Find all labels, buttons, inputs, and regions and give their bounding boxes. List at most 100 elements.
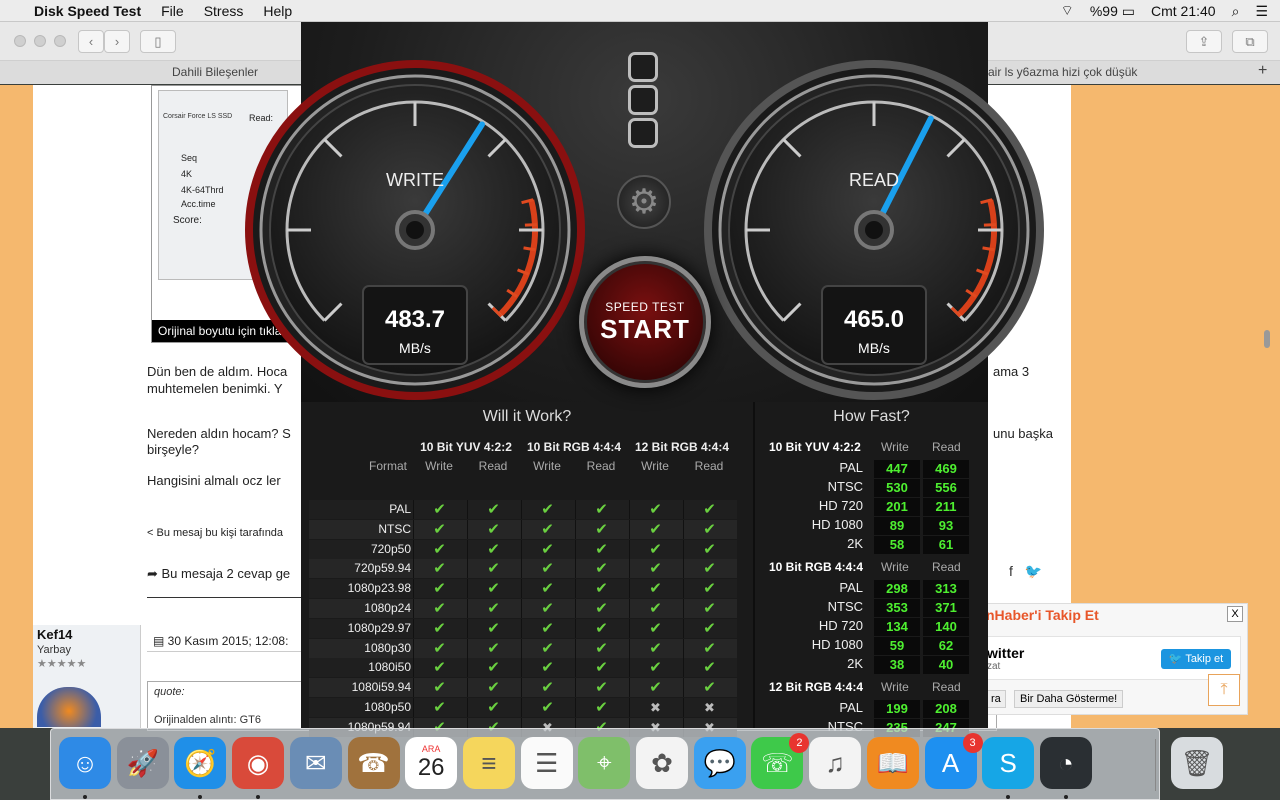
thumb-row: Seq <box>181 153 198 163</box>
speed-read-value: 61 <box>923 536 969 554</box>
speed-row-label: HD 720 <box>818 618 863 633</box>
speed-write-header: Write <box>881 560 909 574</box>
messages-icon[interactable]: 💬 <box>693 737 746 789</box>
cross-icon: ✖ <box>629 698 681 717</box>
speed-write-value: 298 <box>874 580 920 598</box>
notification-center-icon[interactable]: ☰ <box>1255 3 1268 20</box>
notes-icon[interactable]: ≡ <box>462 737 515 789</box>
check-icon: ✔ <box>521 519 573 539</box>
itunes-icon[interactable]: ♫ <box>809 737 862 789</box>
check-icon: ✔ <box>575 500 627 519</box>
battery-status[interactable]: %99 ▭ <box>1090 3 1135 20</box>
tabs-overview-button[interactable]: ⧉ <box>1232 30 1268 53</box>
menu-help[interactable]: Help <box>263 3 292 19</box>
dont-show-again-button[interactable]: Bir Daha Gösterme! <box>1014 690 1124 708</box>
user-name[interactable]: Kef14 <box>37 627 72 642</box>
format-row: 720p59.94 ✔ ✔ ✔ ✔ ✔ ✔ <box>309 559 737 579</box>
popup-close-button[interactable]: X <box>1227 606 1243 622</box>
check-icon: ✔ <box>521 678 573 698</box>
format-name: 1080i59.94 <box>351 680 411 695</box>
menu-app-name[interactable]: Disk Speed Test <box>34 3 141 19</box>
finder-icon[interactable]: ☺ <box>59 737 111 799</box>
facetime-icon[interactable]: ☏ 2 <box>751 733 810 789</box>
scroll-top-button[interactable]: ⤒ <box>1208 674 1240 706</box>
reply-count-link[interactable]: ➦ Bu mesaja 2 cevap ge <box>147 565 290 582</box>
clock[interactable]: Cmt 21:40 <box>1151 3 1216 19</box>
thumb-row: Acc.time <box>181 199 216 209</box>
facebook-icon[interactable]: f <box>1009 563 1013 585</box>
share-button[interactable]: ⇪ <box>1186 30 1222 53</box>
check-icon: ✔ <box>629 658 681 678</box>
chrome-icon[interactable]: ◉ <box>232 737 285 799</box>
maps-icon[interactable]: ⌖ <box>578 737 631 789</box>
popup-secondary-button[interactable]: ra <box>986 690 1006 708</box>
safari-icon[interactable]: 🧭 <box>174 737 227 799</box>
twitter-follow-button[interactable]: 🐦 Takip et <box>1161 649 1231 669</box>
start-button[interactable]: SPEED TEST START <box>579 256 711 388</box>
sidebar-button[interactable]: ▯ <box>140 30 176 53</box>
settings-square-button[interactable] <box>628 118 658 148</box>
check-icon: ✔ <box>683 618 735 638</box>
format-name: PAL <box>389 502 411 516</box>
back-button[interactable]: ‹ <box>78 30 104 53</box>
close-window-button[interactable] <box>14 35 26 47</box>
read-label: READ <box>848 170 899 190</box>
settings-square-button[interactable] <box>628 85 658 115</box>
mail-icon[interactable]: ✉ <box>289 737 342 789</box>
check-icon: ✔ <box>683 599 735 618</box>
calendar-icon[interactable]: ARA 26 <box>405 737 458 789</box>
speed-write-value: 59 <box>874 637 920 655</box>
menu-stress[interactable]: Stress <box>204 3 244 19</box>
avatar[interactable] <box>37 687 101 727</box>
gear-icon[interactable]: ⚙ <box>617 175 671 229</box>
twitter-bird-icon: 🐦 <box>1168 653 1186 665</box>
reply-count-text: Bu mesaja 2 cevap ge <box>161 566 291 581</box>
will-it-work-title: Will it Work? <box>482 408 572 425</box>
ibooks-icon[interactable]: 📖 <box>866 737 919 789</box>
reply-arrow-icon: ➦ <box>147 566 162 581</box>
format-name: 1080p29.97 <box>347 620 411 635</box>
scrollbar-thumb[interactable] <box>1264 330 1270 348</box>
speed-read-value: 40 <box>923 656 969 674</box>
check-icon: ✔ <box>467 500 519 519</box>
check-icon: ✔ <box>629 500 681 519</box>
zoom-window-button[interactable] <box>54 35 66 47</box>
write-gauge: WRITE 483.7 MB/s <box>245 60 585 400</box>
settings-square-button[interactable] <box>628 52 658 82</box>
menu-file[interactable]: File <box>161 3 184 19</box>
trash-icon[interactable]: 🗑 <box>1171 737 1223 789</box>
user-rank: Yarbay <box>37 644 72 656</box>
menu-bar: Disk Speed Test File Stress Help ⌔ %99 ▭… <box>0 0 1280 22</box>
speed-read-header: Read <box>932 680 961 694</box>
forward-button[interactable]: › <box>104 30 130 53</box>
divider <box>753 402 755 728</box>
check-icon: ✔ <box>575 698 627 717</box>
skype-icon[interactable]: S <box>982 737 1035 799</box>
twitter-icon[interactable]: 🐦 <box>1025 563 1042 585</box>
speed-write-value: 134 <box>874 618 920 636</box>
reminders-icon[interactable]: ☰ <box>520 737 573 789</box>
share-icon: ⇪ <box>1198 33 1210 49</box>
contacts-icon[interactable]: ☎ <box>347 737 400 789</box>
check-icon: ✔ <box>629 599 681 618</box>
new-tab-button[interactable]: + <box>1258 62 1267 80</box>
appstore-icon[interactable]: A3 <box>924 733 983 789</box>
post-text: birşeyle? <box>147 442 200 457</box>
twitter-card-title: witter <box>987 645 1025 661</box>
minimize-window-button[interactable] <box>34 35 46 47</box>
spotlight-icon[interactable]: ⌕ <box>1232 3 1240 20</box>
launchpad-icon[interactable]: 🚀 <box>116 737 169 789</box>
wifi-icon[interactable]: ⌔ <box>1061 2 1074 20</box>
photos-icon[interactable]: ✿ <box>636 737 688 789</box>
group-header: 12 Bit RGB 4:4:4 <box>634 440 730 454</box>
quote-text: Orijinalden alıntı: GT6 <box>154 714 261 726</box>
diskspeedtest-icon[interactable]: ◔ <box>1039 737 1092 799</box>
twitter-card: witter zat 🐦 Takip et <box>986 636 1241 680</box>
speed-row-label: HD 1080 <box>811 517 863 532</box>
speed-row-label: PAL <box>839 700 863 715</box>
start-button-small-label: SPEED TEST <box>605 299 685 314</box>
format-name: 1080p24 <box>364 601 411 615</box>
speed-write-header: Write <box>881 440 909 454</box>
speed-read-value: 556 <box>923 479 969 497</box>
thumb-row: 4K <box>181 169 193 179</box>
